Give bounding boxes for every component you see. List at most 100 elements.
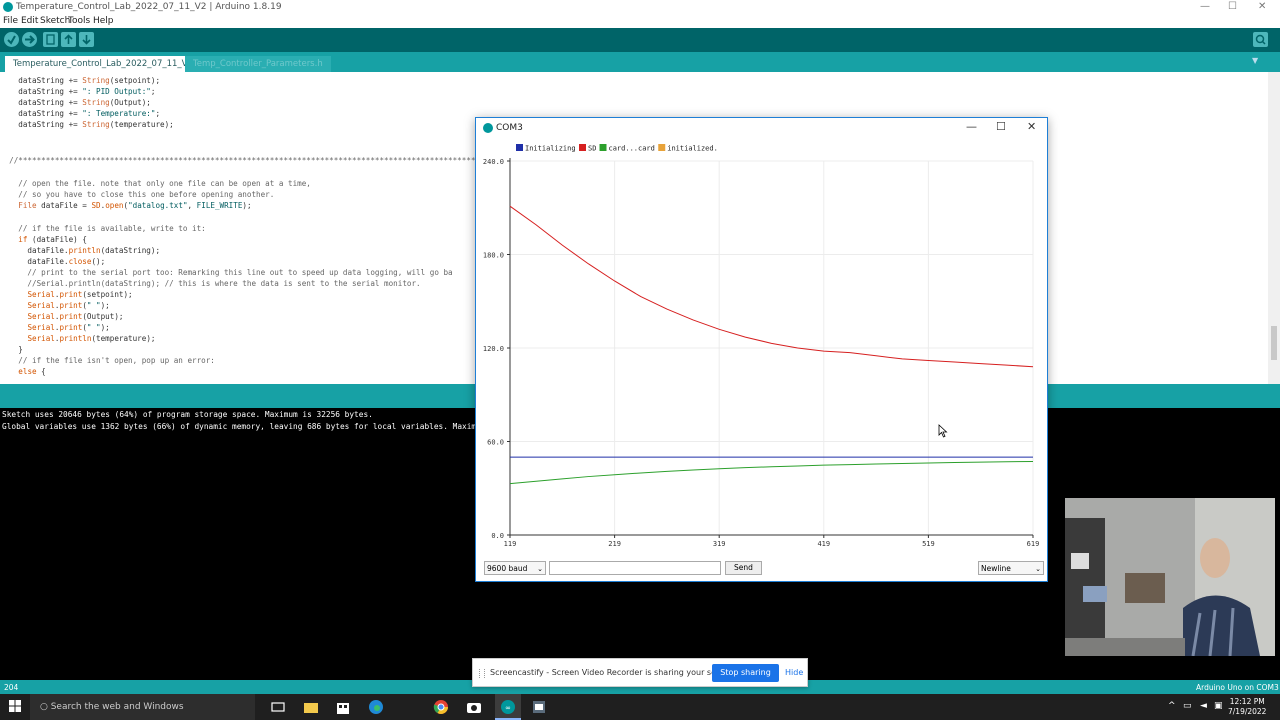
plotter-minimize-button[interactable]: — xyxy=(966,120,977,133)
send-input[interactable] xyxy=(549,561,721,575)
tab-parameters-header[interactable]: Temp_Controller_Parameters.h xyxy=(185,56,331,72)
drag-handle-icon[interactable] xyxy=(479,669,485,678)
code-line: Serial.print(Output); xyxy=(27,312,124,321)
arrow-right-icon xyxy=(25,35,35,44)
scrollbar-thumb[interactable] xyxy=(1271,326,1277,360)
legend-swatch xyxy=(599,144,607,151)
x-tick-label: 419 xyxy=(817,540,830,548)
code-line: } xyxy=(0,345,23,354)
code-line: dataString += ": Temperature:"; xyxy=(0,109,161,118)
chrome-icon[interactable] xyxy=(433,699,449,715)
x-tick-label: 619 xyxy=(1027,540,1040,548)
menu-help[interactable]: Help xyxy=(93,16,114,26)
save-button[interactable] xyxy=(79,32,94,47)
arduino-taskbar-button[interactable]: ∞ xyxy=(495,694,521,720)
series-line-sd xyxy=(509,205,1034,368)
series-line-card-card xyxy=(509,460,1034,485)
upload-button[interactable] xyxy=(22,32,37,47)
window-title: Temperature_Control_Lab_2022_07_11_V2 | … xyxy=(16,2,282,12)
tab-menu-icon[interactable]: ▼ xyxy=(1252,56,1264,68)
menu-bar: File Edit Sketch Tools Help xyxy=(0,15,1280,28)
screen-sharing-bar: Screencastify - Screen Video Recorder is… xyxy=(472,658,808,687)
code-line: dataString += ": PID Output:"; xyxy=(0,87,156,96)
svg-text:∞: ∞ xyxy=(505,704,511,712)
new-sketch-button[interactable] xyxy=(43,32,58,47)
plotter-maximize-button[interactable]: ☐ xyxy=(996,120,1006,133)
menu-file[interactable]: File xyxy=(3,16,18,26)
plot-area: 0.0 60.0 120.0 180.0 240.0 119 219 319 419 519 619… xyxy=(483,144,1040,548)
plotter-footer: 9600 baud ⌄ Send Newline ⌄ xyxy=(476,555,1047,581)
sharing-message: Screencastify - Screen Video Recorder is… xyxy=(490,668,737,677)
webcam-overlay xyxy=(1065,498,1275,656)
send-button[interactable]: Send xyxy=(725,561,762,575)
open-button[interactable] xyxy=(61,32,76,47)
serial-monitor-button[interactable] xyxy=(1253,32,1268,47)
editor-scrollbar[interactable] xyxy=(1268,72,1280,384)
window-title-bar: Temperature_Control_Lab_2022_07_11_V2 | … xyxy=(0,0,1280,15)
legend-label: Initializing xyxy=(525,145,576,153)
tab-main-sketch[interactable]: Temperature_Control_Lab_2022_07_11_V2 xyxy=(5,56,201,72)
hide-button[interactable]: Hide xyxy=(785,668,803,677)
y-tick-label: 180.0 xyxy=(483,252,504,260)
chevron-down-icon: ⌄ xyxy=(1035,565,1041,573)
verify-button[interactable] xyxy=(4,32,19,47)
line-ending-select[interactable]: Newline ⌄ xyxy=(978,561,1044,575)
menu-edit[interactable]: Edit xyxy=(21,16,38,26)
volume-icon[interactable]: ◄ xyxy=(1200,701,1207,711)
arduino-icon: ∞ xyxy=(501,700,515,714)
arduino-app-icon xyxy=(3,2,13,12)
menu-sketch[interactable]: Sketch xyxy=(40,16,70,26)
code-line: //**************************************… xyxy=(0,156,499,165)
taskbar-search-input[interactable]: ○ Search the web and Windows xyxy=(30,694,255,720)
task-view-icon[interactable] xyxy=(270,699,286,715)
y-tick-label: 120.0 xyxy=(483,345,504,353)
magnifier-icon xyxy=(1255,34,1266,45)
code-line: // if the file is available, write to it… xyxy=(0,224,206,233)
store-icon[interactable] xyxy=(335,699,351,715)
taskbar-clock[interactable]: 12:12 PM 7/19/2022 xyxy=(1228,697,1266,717)
chevron-down-icon: ⌄ xyxy=(537,565,543,573)
tab-bar: Temperature_Control_Lab_2022_07_11_V2 Te… xyxy=(0,52,1280,72)
code-line: if (dataFile) { xyxy=(18,235,87,244)
network-icon[interactable]: ▭ xyxy=(1183,701,1192,711)
taskbar: ○ Search the web and Windows ∞ ^ ▭ ◄ ▣ 1… xyxy=(0,694,1280,720)
code-line: dataString += String(temperature); xyxy=(0,120,174,129)
code-line: Serial.println(temperature); xyxy=(27,334,156,343)
line-ending-value: Newline xyxy=(981,564,1011,573)
minimize-button[interactable]: — xyxy=(1200,1,1210,12)
terminal-icon[interactable] xyxy=(531,699,547,715)
code-line: dataFile.println(dataString); xyxy=(0,246,161,255)
y-tick-label: 240.0 xyxy=(483,158,504,166)
code-line: Serial.print(setpoint); xyxy=(27,290,133,299)
windows-start-icon[interactable] xyxy=(8,699,24,715)
plotter-close-button[interactable]: ✕ xyxy=(1027,120,1036,133)
clock-date: 7/19/2022 xyxy=(1228,707,1267,716)
y-tick-label: 60.0 xyxy=(487,439,504,447)
notification-icon[interactable]: ▣ xyxy=(1214,701,1223,711)
line-number: 204 xyxy=(4,683,19,692)
arrow-down-icon xyxy=(82,35,91,45)
serial-plotter-window: COM3 — ☐ ✕ 0.0 60.0 120.0 180.0 240.0 119 219 3… xyxy=(475,117,1048,582)
baud-rate-select[interactable]: 9600 baud ⌄ xyxy=(484,561,546,575)
menu-tools[interactable]: Tools xyxy=(68,16,90,26)
maximize-button[interactable]: ☐ xyxy=(1228,1,1237,12)
file-explorer-icon[interactable] xyxy=(303,699,319,715)
close-button[interactable]: ✕ xyxy=(1258,1,1266,12)
stop-sharing-button[interactable]: Stop sharing xyxy=(712,664,779,682)
new-file-icon xyxy=(46,34,55,45)
arrow-up-icon xyxy=(64,34,73,44)
edge-icon[interactable] xyxy=(368,699,384,715)
checkmark-icon xyxy=(7,35,16,45)
console-line: Global variables use 1362 bytes (66%) of… xyxy=(2,422,477,431)
y-tick-label: 0.0 xyxy=(491,532,504,540)
code-line: else { xyxy=(18,367,46,376)
code-line: // if the file isn't open, pop up an err… xyxy=(0,356,215,365)
plotter-title: COM3 xyxy=(496,123,523,133)
code-line: File dataFile = SD.open("datalog.txt", F… xyxy=(18,201,252,210)
toolbar xyxy=(0,28,1280,52)
code-line: Serial.print(" "); xyxy=(27,301,110,310)
clock-time: 12:12 PM xyxy=(1229,697,1265,706)
x-tick-label: 119 xyxy=(504,540,517,548)
chevron-up-icon[interactable]: ^ xyxy=(1168,701,1176,711)
camera-icon[interactable] xyxy=(466,699,482,715)
